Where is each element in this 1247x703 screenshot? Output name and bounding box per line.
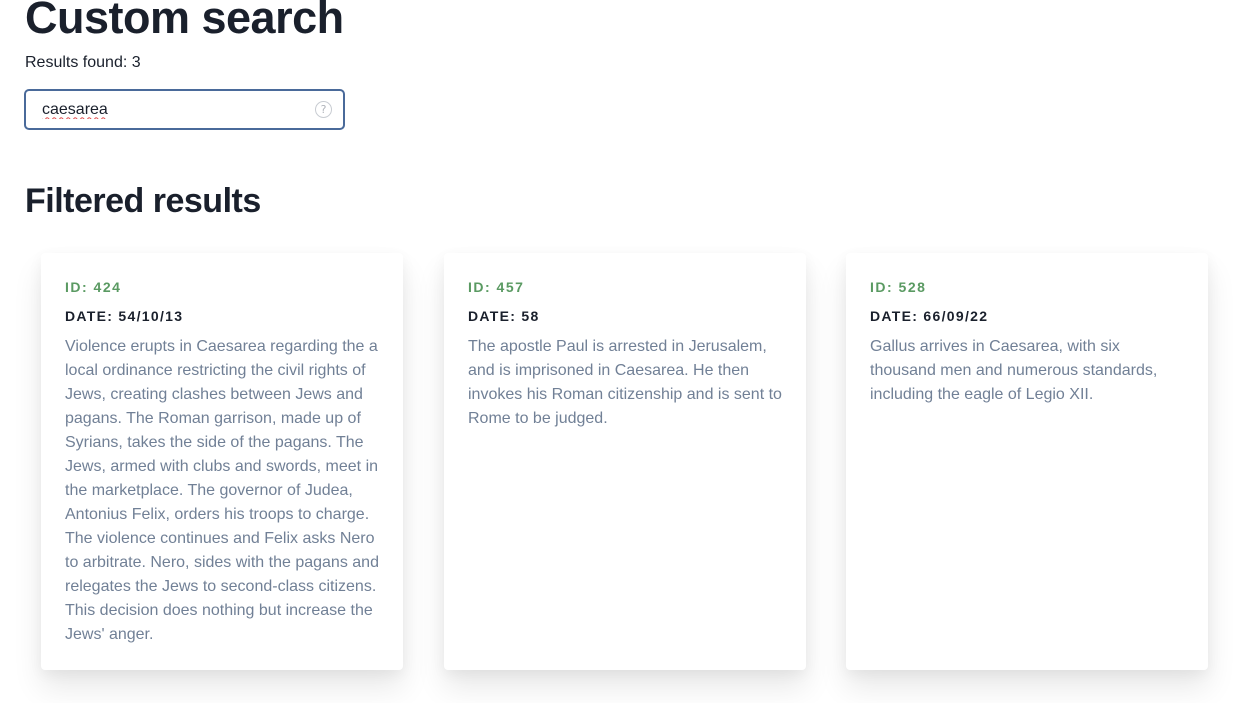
card-id: ID: 528 (870, 279, 927, 295)
card-date: DATE: 66/09/22 (870, 308, 989, 324)
card-description: Violence erupts in Caesarea regarding th… (65, 338, 379, 643)
search-input[interactable] (42, 91, 302, 128)
card-description: Gallus arrives in Caesarea, with six tho… (870, 338, 1158, 403)
card-date: DATE: 58 (468, 308, 540, 324)
page-title: Custom search (25, 0, 344, 43)
results-count: Results found: 3 (25, 54, 141, 71)
card-date: DATE: 54/10/13 (65, 308, 184, 324)
result-card: ID: 528 DATE: 66/09/22 Gallus arrives in… (846, 253, 1208, 670)
card-id: ID: 424 (65, 279, 122, 295)
page: Custom search Results found: 3 ? Filtere… (0, 0, 1247, 703)
card-description: The apostle Paul is arrested in Jerusale… (468, 338, 782, 427)
question-circle-icon[interactable]: ? (315, 101, 332, 118)
section-title: Filtered results (25, 182, 261, 220)
result-card: ID: 424 DATE: 54/10/13 Violence erupts i… (41, 253, 403, 670)
card-id: ID: 457 (468, 279, 525, 295)
search-box[interactable]: ? (24, 89, 345, 130)
result-card: ID: 457 DATE: 58 The apostle Paul is arr… (444, 253, 806, 670)
